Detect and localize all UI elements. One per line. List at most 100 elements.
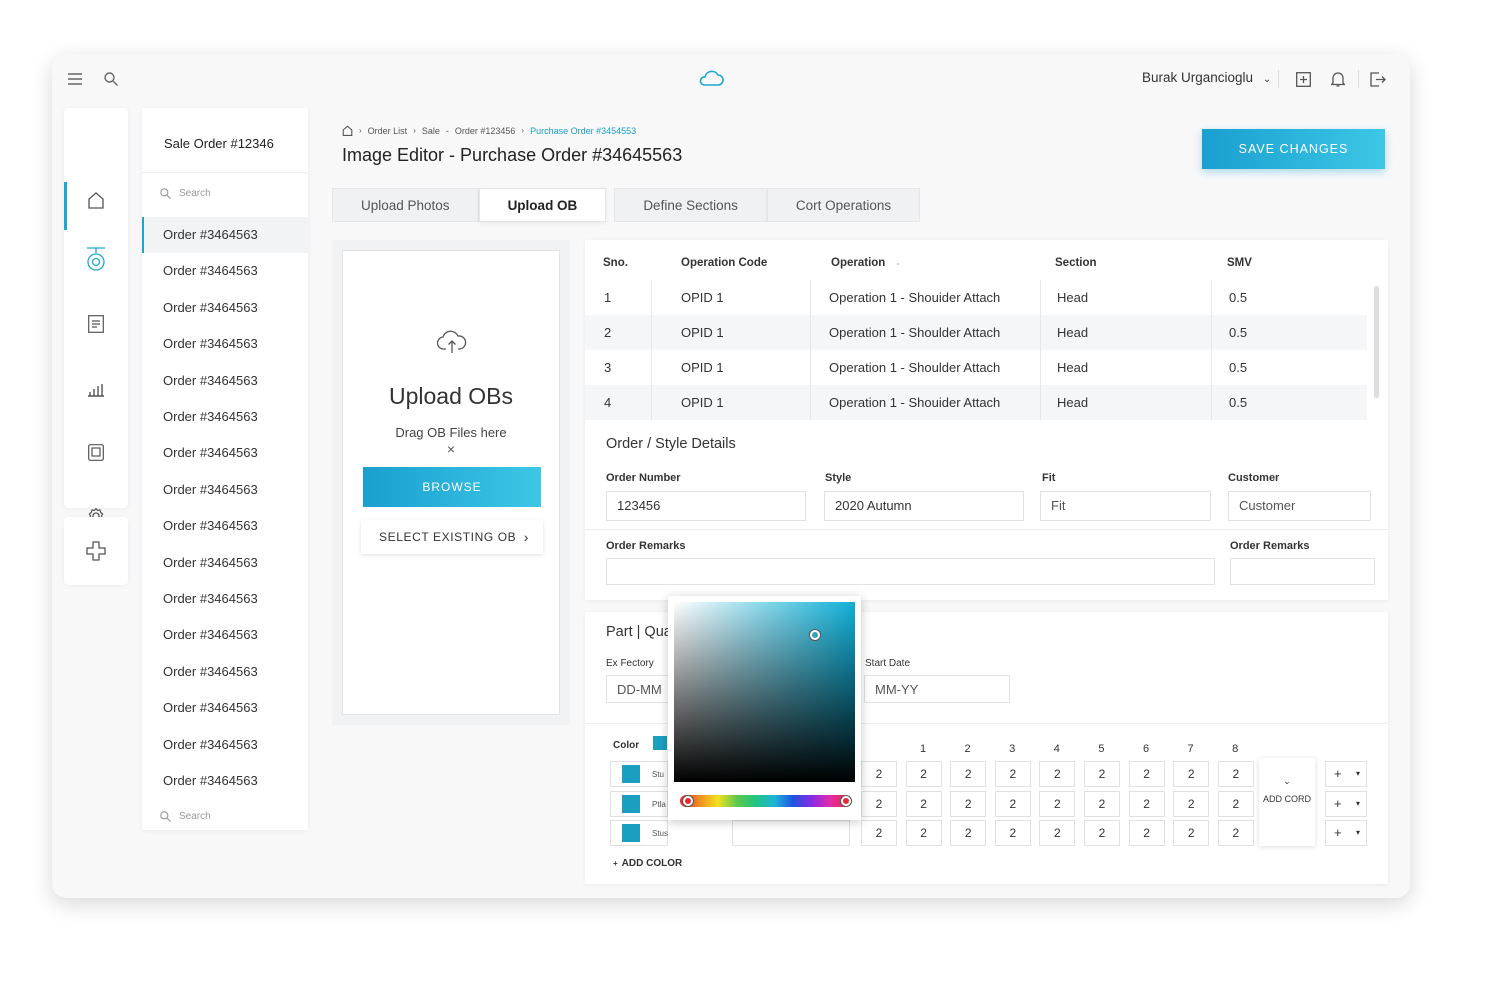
- quantity-cell[interactable]: 2: [861, 820, 897, 846]
- saturation-value-area[interactable]: [674, 602, 855, 782]
- order-list-item[interactable]: Order #3464563: [142, 363, 308, 399]
- order-list-item[interactable]: Order #3464563: [142, 253, 308, 289]
- quantity-cell[interactable]: 2: [1173, 761, 1210, 787]
- quantity-cell[interactable]: 2: [1039, 761, 1076, 787]
- order-list-item[interactable]: Order #3464563: [142, 435, 308, 471]
- scrollbar[interactable]: [1374, 286, 1379, 398]
- browse-button[interactable]: BROWSE: [363, 467, 541, 507]
- quantity-cell[interactable]: 2: [1128, 820, 1165, 846]
- quantity-cell[interactable]: 2: [994, 790, 1031, 817]
- quantity-cell[interactable]: 2: [861, 790, 897, 817]
- table-row[interactable]: 1 OPID 1 Operation 1 - Shouider Attach Head…: [585, 280, 1367, 315]
- breadcrumb-item[interactable]: Order List: [368, 126, 408, 136]
- home-icon[interactable]: [86, 190, 106, 210]
- quantity-cell[interactable]: 2: [950, 820, 987, 846]
- order-list-item[interactable]: Order #3464563: [142, 654, 308, 690]
- quantity-cell[interactable]: 2: [1173, 790, 1210, 817]
- clipboard-icon[interactable]: [86, 442, 106, 462]
- order-list-item[interactable]: Order #3464563: [142, 399, 308, 435]
- add-size-button[interactable]: + ▾: [1325, 790, 1367, 817]
- color-picker-handle[interactable]: [810, 630, 820, 640]
- order-number-field[interactable]: 123456: [606, 491, 806, 521]
- hue-slider[interactable]: [680, 795, 850, 807]
- start-date-field[interactable]: MM-YY: [864, 675, 1010, 703]
- bell-icon[interactable]: [1328, 69, 1348, 89]
- style-field[interactable]: 2020 Autumn: [824, 491, 1024, 521]
- quantity-cell[interactable]: 2: [1217, 761, 1254, 787]
- quantity-cell[interactable]: 2: [905, 761, 942, 787]
- tab-upload-photos[interactable]: Upload Photos: [332, 188, 479, 222]
- add-window-icon[interactable]: [1293, 69, 1313, 89]
- fit-field[interactable]: Fit: [1040, 491, 1211, 521]
- color-swatch[interactable]: [653, 736, 667, 750]
- select-existing-ob-button[interactable]: SELECT EXISTING OB ›: [361, 520, 543, 554]
- color-row-chip[interactable]: Ptla: [610, 790, 668, 817]
- quantity-cell[interactable]: 2: [1173, 820, 1210, 846]
- upload-dropzone[interactable]: Upload OBs Drag OB Files here × BROWSE S…: [342, 250, 560, 715]
- color-swatch[interactable]: [622, 765, 640, 783]
- order-remarks-field-2[interactable]: [1230, 558, 1375, 585]
- order-list-item[interactable]: Order #3464563: [142, 472, 308, 508]
- user-menu[interactable]: Burak Urgancioglu ⌄: [1142, 70, 1271, 85]
- quantity-cell[interactable]: 2: [1217, 790, 1254, 817]
- order-list-item[interactable]: Order #3464563: [142, 690, 308, 726]
- quantity-cell[interactable]: 2: [1084, 820, 1120, 846]
- save-changes-button[interactable]: SAVE CHANGES: [1202, 129, 1385, 169]
- bar-chart-icon[interactable]: [86, 380, 106, 400]
- order-list-item[interactable]: Order #3464563: [142, 617, 308, 653]
- document-icon[interactable]: [86, 314, 106, 334]
- hue-handle-right[interactable]: [841, 796, 851, 806]
- logout-icon[interactable]: [1368, 69, 1388, 89]
- customer-field[interactable]: Customer: [1228, 491, 1371, 521]
- add-size-button[interactable]: + ▾: [1325, 761, 1367, 787]
- table-row[interactable]: 2 OPID 1 Operation 1 - Shoulder Attach Head…: [585, 315, 1367, 350]
- table-row[interactable]: 3 OPID 1 Operation 1 - Shoulder Attach Head…: [585, 350, 1367, 385]
- color-swatch[interactable]: [622, 824, 640, 842]
- quantity-cell[interactable]: 2: [1128, 790, 1165, 817]
- menu-icon[interactable]: [66, 70, 84, 88]
- order-list-item[interactable]: Order #3464563: [142, 217, 308, 253]
- color-row-chip[interactable]: Stus: [610, 820, 668, 846]
- quantity-cell[interactable]: 2: [1217, 820, 1254, 846]
- quantity-cell[interactable]: 2: [1039, 790, 1076, 817]
- quantity-cell[interactable]: 2: [994, 820, 1031, 846]
- color-picker[interactable]: [668, 596, 861, 820]
- breadcrumb-item[interactable]: Order #123456: [455, 126, 516, 136]
- quantity-cell[interactable]: 2: [1039, 820, 1076, 846]
- order-search-bottom[interactable]: Search: [160, 811, 211, 822]
- close-icon[interactable]: ×: [343, 441, 559, 457]
- quantity-cell[interactable]: 2: [905, 790, 942, 817]
- home-icon[interactable]: [342, 125, 353, 136]
- medical-cross-icon[interactable]: [86, 541, 106, 561]
- order-list-item[interactable]: Order #3464563: [142, 545, 308, 581]
- tab-cort-operations[interactable]: Cort Operations: [766, 188, 921, 222]
- hanger-icon[interactable]: [84, 244, 108, 274]
- color-name-field[interactable]: [732, 820, 850, 846]
- color-row-chip[interactable]: Stu: [610, 761, 668, 787]
- order-list-item[interactable]: Order #3464563: [142, 763, 308, 799]
- color-swatch[interactable]: [622, 794, 640, 813]
- quantity-cell[interactable]: 2: [994, 761, 1031, 787]
- quantity-cell[interactable]: 2: [950, 790, 987, 817]
- search-icon[interactable]: [102, 70, 120, 88]
- order-search[interactable]: Search: [160, 188, 211, 199]
- quantity-cell[interactable]: 2: [1128, 761, 1165, 787]
- breadcrumb-item[interactable]: Sale: [422, 126, 440, 136]
- order-remarks-field[interactable]: [606, 558, 1215, 585]
- order-list-item[interactable]: Order #3464563: [142, 727, 308, 763]
- order-list-item[interactable]: Order #3464563: [142, 508, 308, 544]
- tab-upload-ob[interactable]: Upload OB: [478, 188, 607, 222]
- table-row[interactable]: 4 OPID 1 Operation 1 - Shouider Attach Head…: [585, 385, 1367, 420]
- quantity-cell[interactable]: 2: [861, 761, 897, 787]
- order-list-item[interactable]: Order #3464563: [142, 326, 308, 362]
- order-list-item[interactable]: Order #3464563: [142, 581, 308, 617]
- add-color-button[interactable]: + ADD COLOR: [613, 858, 682, 869]
- quantity-cell[interactable]: 2: [1084, 790, 1120, 817]
- col-operation[interactable]: Operation -: [831, 257, 899, 269]
- order-list-item[interactable]: Order #3464563: [142, 290, 308, 326]
- add-cord-button[interactable]: ⌄ ADD CORD: [1259, 758, 1315, 846]
- add-size-button[interactable]: + ▾: [1325, 820, 1367, 846]
- quantity-cell[interactable]: 2: [950, 761, 987, 787]
- hue-handle-left[interactable]: [683, 796, 693, 806]
- quantity-cell[interactable]: 2: [1084, 761, 1120, 787]
